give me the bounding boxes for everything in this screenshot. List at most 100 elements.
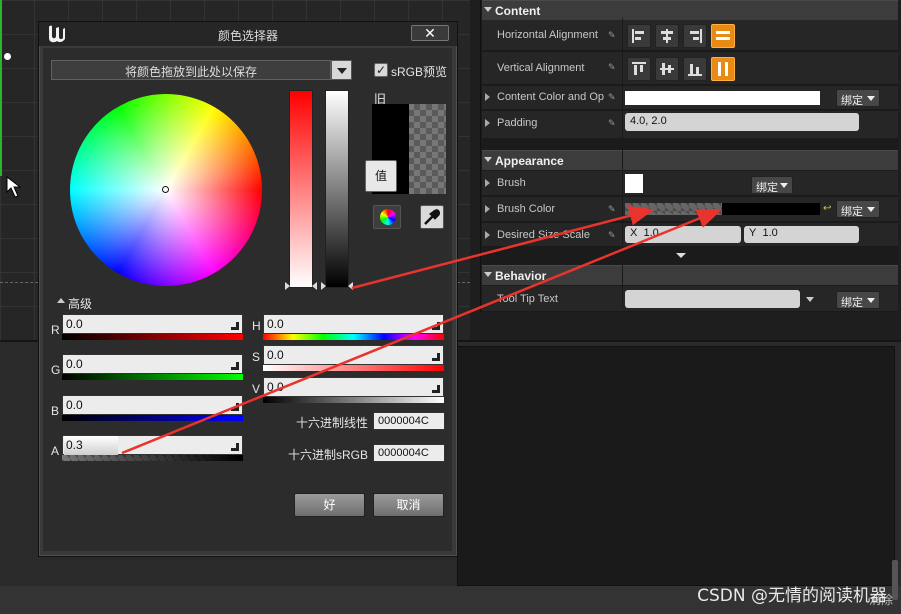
a-gradient[interactable] xyxy=(62,455,243,461)
v-gradient[interactable] xyxy=(263,397,444,403)
lower-panel-content xyxy=(457,346,895,586)
hex-linear-field[interactable]: 0000004C xyxy=(373,412,445,430)
align-left-button[interactable] xyxy=(627,24,651,48)
b-gradient[interactable] xyxy=(62,415,243,421)
section-title: Content xyxy=(495,4,541,18)
cancel-button[interactable]: 取消 xyxy=(373,493,444,517)
v-label: V xyxy=(252,382,261,396)
r-gradient[interactable] xyxy=(62,334,243,340)
hex-srgb-field[interactable]: 0000004C xyxy=(373,444,445,462)
widget-selection-border xyxy=(0,0,4,176)
content-color-swatch[interactable] xyxy=(625,91,820,105)
advanced-collapse-icon[interactable] xyxy=(57,298,65,303)
bind-dropdown[interactable]: 绑定 xyxy=(836,291,880,309)
collapse-icon xyxy=(484,157,492,162)
watermark: CSDN @无情的阅读机器 xyxy=(697,586,887,606)
prop-label: Padding xyxy=(497,117,538,129)
value-knob-left[interactable] xyxy=(321,282,326,290)
eyedropper-icon xyxy=(424,209,441,225)
advanced-label[interactable]: 高级 xyxy=(68,295,92,312)
brush-color-alpha-swatch[interactable] xyxy=(625,203,722,215)
saturation-knob-right[interactable] xyxy=(312,282,317,290)
saturation-slider[interactable] xyxy=(289,90,313,288)
pin-icon[interactable]: ✎ xyxy=(608,118,617,128)
collapse-icon xyxy=(484,7,492,12)
mouse-cursor-icon xyxy=(6,175,28,203)
row-brush: Brush xyxy=(482,171,898,196)
tooltip-text-field[interactable] xyxy=(625,290,800,308)
section-title: Appearance xyxy=(495,154,564,168)
s-gradient[interactable] xyxy=(263,365,444,371)
pin-icon[interactable]: ✎ xyxy=(608,62,617,72)
prop-label: Tool Tip Text xyxy=(497,293,558,305)
bind-dropdown[interactable]: 绑定 xyxy=(836,200,880,218)
prop-label: Brush Color xyxy=(497,203,556,215)
srgb-preview-checkbox[interactable]: ✓ xyxy=(374,63,388,77)
srgb-preview-label: sRGB预览 xyxy=(391,65,448,79)
pin-icon[interactable]: ✎ xyxy=(608,92,617,102)
prop-label: Desired Size Scale xyxy=(497,229,590,241)
drop-zone-dropdown-button[interactable] xyxy=(331,60,352,80)
value-mode-button[interactable]: 值 xyxy=(365,160,397,192)
pin-icon[interactable]: ✎ xyxy=(608,204,617,214)
valign-center-button[interactable] xyxy=(655,57,679,81)
bind-dropdown[interactable]: 绑定 xyxy=(751,176,793,194)
valign-top-button[interactable] xyxy=(627,57,651,81)
h-gradient[interactable] xyxy=(263,334,444,340)
brush-swatch[interactable] xyxy=(625,174,643,193)
padding-field[interactable]: 4.0, 2.0 xyxy=(625,113,859,131)
h-field[interactable]: 0.0 xyxy=(263,314,444,334)
a-label: A xyxy=(51,444,60,458)
b-label: B xyxy=(51,404,60,418)
close-button[interactable]: ✕ xyxy=(411,25,449,41)
align-fill-button[interactable] xyxy=(711,24,735,48)
expand-icon[interactable] xyxy=(485,205,490,213)
g-gradient[interactable] xyxy=(62,374,243,380)
bind-dropdown[interactable]: 绑定 xyxy=(836,89,880,107)
show-more-icon[interactable] xyxy=(676,253,686,258)
valign-fill-button[interactable] xyxy=(711,57,735,81)
align-center-button[interactable] xyxy=(655,24,679,48)
pin-icon[interactable]: ✎ xyxy=(608,30,617,40)
color-wheel-cursor[interactable] xyxy=(162,186,169,193)
expand-icon[interactable] xyxy=(485,231,490,239)
eyedropper-button[interactable] xyxy=(420,205,444,229)
reset-arrow-icon[interactable]: ↩ xyxy=(823,203,831,214)
prop-label: Content Color and Op xyxy=(497,91,605,103)
ok-button[interactable]: 好 xyxy=(294,493,365,517)
saturation-knob-left[interactable] xyxy=(285,282,290,290)
prop-label: Brush xyxy=(497,177,526,189)
expand-icon[interactable] xyxy=(485,119,490,127)
section-content[interactable]: Content xyxy=(482,0,898,20)
v-field[interactable]: 0.0 xyxy=(263,377,444,397)
h-label: H xyxy=(252,319,261,333)
value-slider[interactable] xyxy=(325,90,349,288)
color-wheel-icon xyxy=(380,209,396,225)
dialog-title: 颜色选择器 xyxy=(217,29,278,43)
g-field[interactable]: 0.0 xyxy=(62,354,243,374)
value-knob-right[interactable] xyxy=(348,282,353,290)
tooltip-dropdown-icon[interactable] xyxy=(806,297,814,302)
pin-icon[interactable]: ✎ xyxy=(608,230,617,240)
prop-label: Horizontal Alignment xyxy=(497,29,598,41)
prop-label: Vertical Alignment xyxy=(497,62,585,74)
color-wheel-mode-button[interactable] xyxy=(373,205,401,229)
section-title: Behavior xyxy=(495,269,547,283)
brush-color-swatch[interactable] xyxy=(722,203,820,215)
align-right-button[interactable] xyxy=(683,24,707,48)
s-field[interactable]: 0.0 xyxy=(263,345,444,365)
expand-icon[interactable] xyxy=(485,179,490,187)
size-y-field[interactable]: Y 1.0 xyxy=(744,226,859,243)
size-x-field[interactable]: X 1.0 xyxy=(625,226,741,243)
column-divider xyxy=(622,18,623,308)
b-field[interactable]: 0.0 xyxy=(62,395,243,415)
g-label: G xyxy=(51,363,61,377)
widget-handle[interactable] xyxy=(4,53,11,60)
valign-bottom-button[interactable] xyxy=(683,57,707,81)
expand-icon[interactable] xyxy=(485,93,490,101)
section-behavior[interactable]: Behavior xyxy=(482,265,898,285)
color-drop-zone[interactable]: 将颜色拖放到此处以保存 xyxy=(51,60,331,80)
r-field[interactable]: 0.0 xyxy=(62,314,243,334)
dialog-titlebar[interactable]: 颜色选择器 ✕ xyxy=(39,22,457,46)
section-appearance[interactable]: Appearance xyxy=(482,150,898,170)
